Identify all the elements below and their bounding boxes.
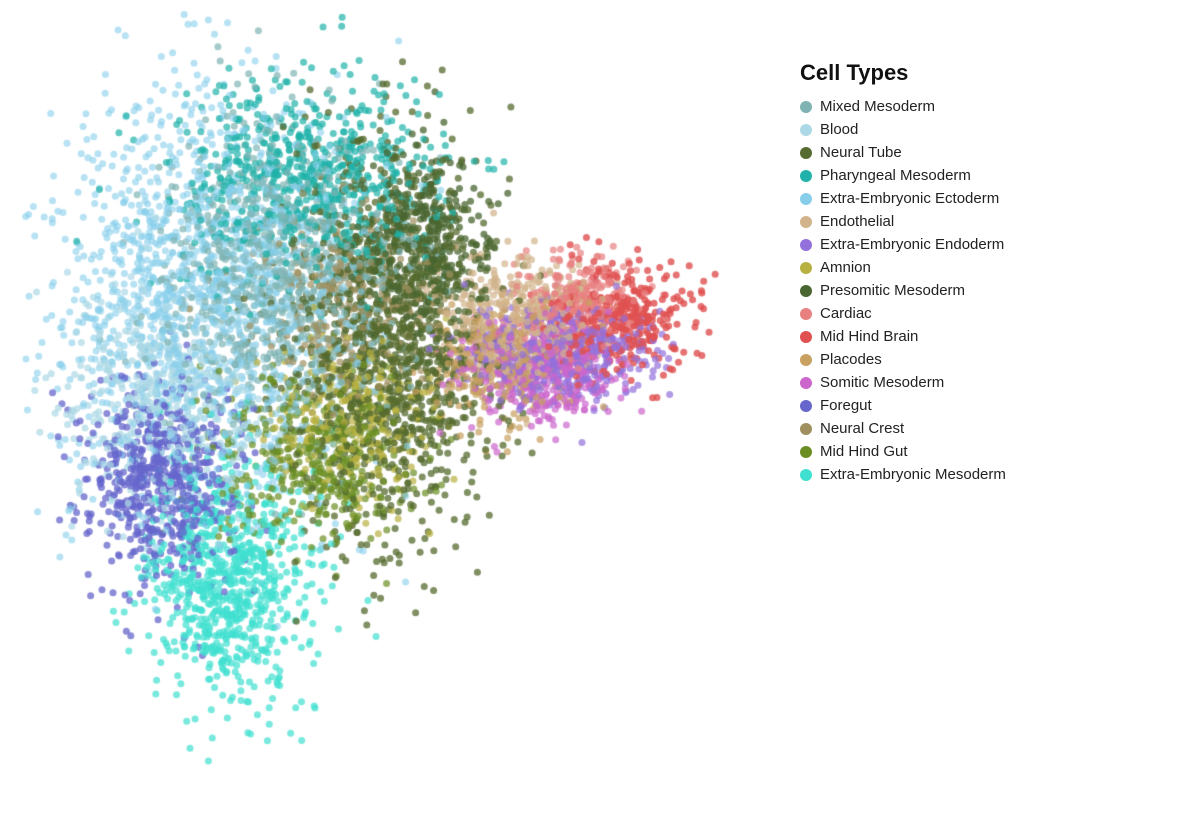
legend-item: Presomitic Mesoderm [800,282,1180,299]
legend-item: Extra-Embryonic Mesoderm [800,466,1180,483]
legend-dot [800,400,812,412]
legend-dot [800,262,812,274]
legend-label: Extra-Embryonic Mesoderm [820,466,1006,483]
legend-label: Endothelial [820,213,894,230]
legend-items: Mixed Mesoderm Blood Neural Tube Pharyngeal… [800,98,1180,483]
legend-dot [800,147,812,159]
legend-item: Mid Hind Gut [800,443,1180,460]
legend-label: Neural Tube [820,144,902,161]
legend-dot [800,377,812,389]
legend-item: Foregut [800,397,1180,414]
legend-item: Mid Hind Brain [800,328,1180,345]
legend-label: Mid Hind Gut [820,443,908,460]
legend-dot [800,239,812,251]
legend-label: Amnion [820,259,871,276]
legend-label: Mixed Mesoderm [820,98,935,115]
legend-dot [800,469,812,481]
legend-item: Pharyngeal Mesoderm [800,167,1180,184]
legend-label: Somitic Mesoderm [820,374,944,391]
legend-item: Neural Tube [800,144,1180,161]
legend-dot [800,308,812,320]
legend-dot [800,193,812,205]
legend-item: Extra-Embryonic Ectoderm [800,190,1180,207]
legend-dot [800,446,812,458]
legend-dot [800,124,812,136]
legend-title: Cell Types [800,60,1180,86]
legend-label: Extra-Embryonic Endoderm [820,236,1004,253]
legend-dot [800,170,812,182]
legend-dot [800,285,812,297]
legend-area: Cell Types Mixed Mesoderm Blood Neural Tub… [780,0,1200,838]
legend-item: Amnion [800,259,1180,276]
main-container: Cell Types Mixed Mesoderm Blood Neural Tub… [0,0,1200,838]
legend-item: Neural Crest [800,420,1180,437]
legend-item: Endothelial [800,213,1180,230]
legend-item: Somitic Mesoderm [800,374,1180,391]
legend-label: Pharyngeal Mesoderm [820,167,971,184]
legend-dot [800,331,812,343]
legend-dot [800,101,812,113]
legend-dot [800,423,812,435]
legend-item: Placodes [800,351,1180,368]
legend-item: Mixed Mesoderm [800,98,1180,115]
legend-item: Blood [800,121,1180,138]
legend-label: Mid Hind Brain [820,328,918,345]
legend-item: Extra-Embryonic Endoderm [800,236,1180,253]
legend-label: Placodes [820,351,882,368]
scatter-area [0,0,780,838]
legend-dot [800,354,812,366]
legend-label: Cardiac [820,305,872,322]
legend-label: Neural Crest [820,420,904,437]
scatter-plot [0,0,780,838]
legend-item: Cardiac [800,305,1180,322]
legend-label: Extra-Embryonic Ectoderm [820,190,999,207]
legend-dot [800,216,812,228]
legend-label: Presomitic Mesoderm [820,282,965,299]
legend-label: Blood [820,121,858,138]
legend-label: Foregut [820,397,872,414]
